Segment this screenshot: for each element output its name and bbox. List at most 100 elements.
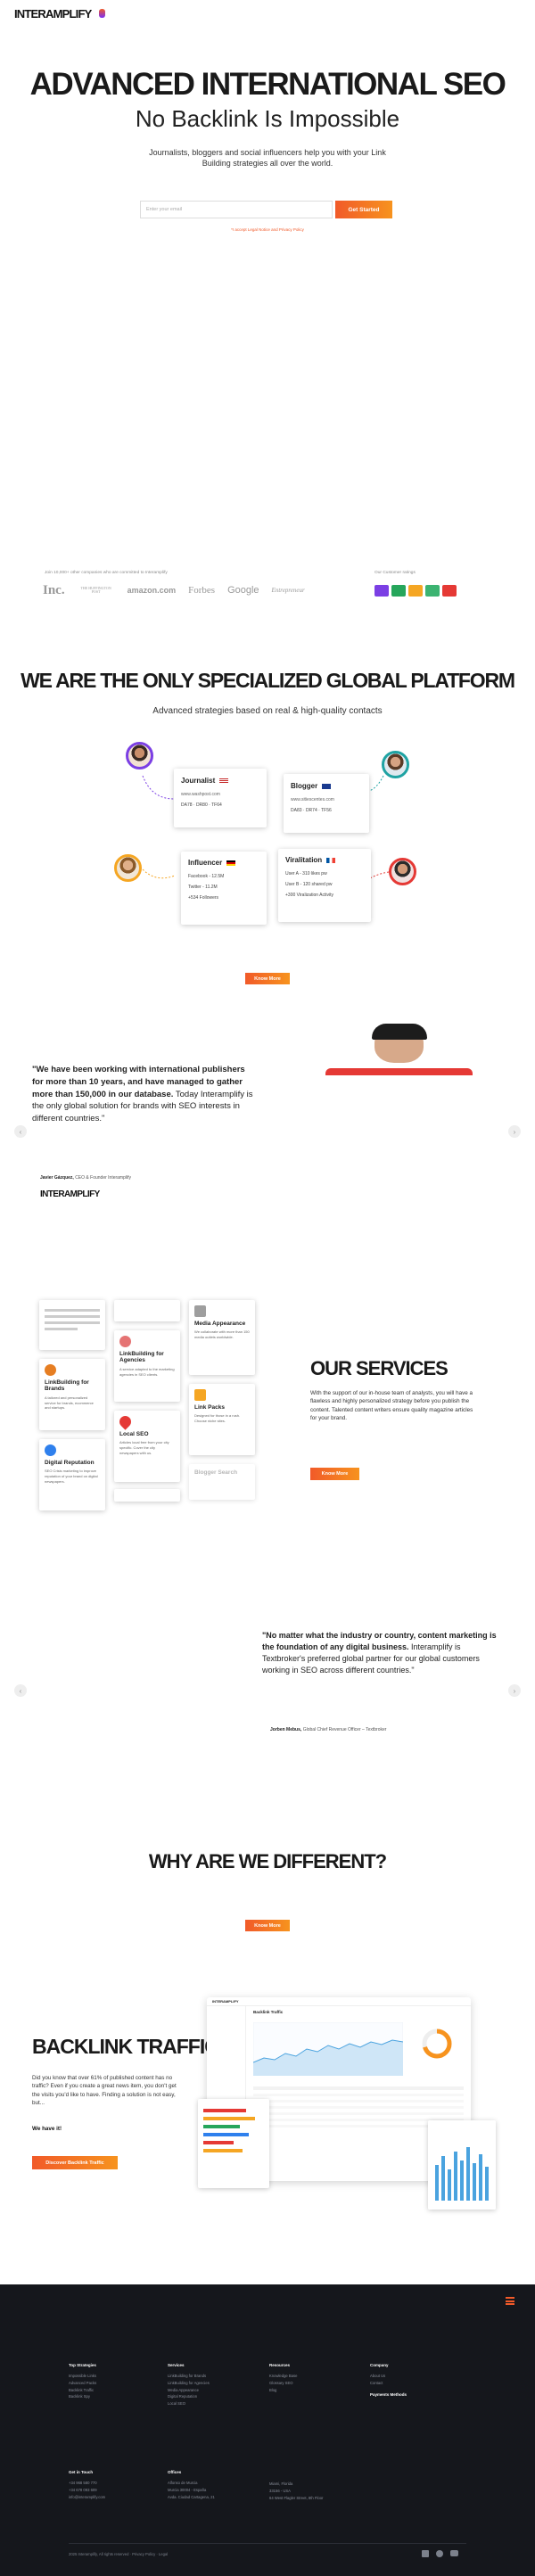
phone-link[interactable]: +34 968 580 770 <box>69 2480 105 2487</box>
footer-link[interactable]: Media Appearance <box>168 2387 210 2394</box>
footer-link[interactable]: Backlink Spy <box>69 2393 96 2400</box>
uk-flag-icon <box>322 783 332 789</box>
de-flag-icon <box>226 860 236 866</box>
carousel-prev-icon[interactable]: ‹ <box>14 1125 27 1138</box>
newspaper-icon <box>194 1305 206 1317</box>
footer-divider <box>69 2543 466 2544</box>
office-address: Murcia 30004 - España <box>168 2487 207 2492</box>
footer-link[interactable]: LinkBuilding for Agencies <box>168 2380 210 2387</box>
menu-icon[interactable] <box>506 2297 514 2305</box>
logo-accent-icon <box>99 9 105 18</box>
office-address: 33156 - USA <box>269 2488 291 2493</box>
testimonial-quote: "We have been working with international… <box>32 1064 255 1125</box>
service-card[interactable]: LinkBuilding for Brands A tailored and p… <box>39 1359 105 1430</box>
footer-link[interactable]: About Us <box>370 2373 407 2380</box>
service-name: Digital Reputation <box>45 1460 95 1466</box>
logo[interactable]: INTERAMPLIFY <box>14 7 92 21</box>
phone-link[interactable]: +34 678 093 609 <box>69 2487 105 2494</box>
service-card[interactable]: Link Packs Designed for those in a rush.… <box>189 1384 255 1455</box>
rating-badge-icon <box>374 585 389 597</box>
get-started-button[interactable]: Get Started <box>335 201 392 218</box>
footer-contact: Get in Touch +34 968 580 770 +34 678 093… <box>69 2470 105 2500</box>
testimonial-photo <box>325 1024 473 1075</box>
footer-link[interactable]: Digital Reputation <box>168 2393 210 2400</box>
service-card[interactable]: Blogger Search <box>189 1464 255 1500</box>
backlink-emphasis: We have it! <box>32 2126 62 2132</box>
dashboard-logo: INTERAMPLIFY <box>212 1999 239 2004</box>
email-placeholder: Enter your email <box>146 207 183 212</box>
service-card[interactable]: Local SEO Articles local free from your … <box>114 1411 180 1482</box>
footer: Top Strategies Impossible Links Advanced… <box>0 2284 535 2576</box>
carousel-prev-icon[interactable]: ‹ <box>14 1684 27 1697</box>
service-name: LinkBuilding for Brands <box>45 1379 89 1393</box>
different-know-more-button[interactable]: Know More <box>245 1920 290 1931</box>
brand-logo: Entrepreneur <box>271 587 305 594</box>
card-line: +534 Followers <box>188 895 219 901</box>
hero-email-field[interactable]: Enter your email <box>140 201 333 218</box>
footer-link[interactable]: Blog <box>269 2387 297 2394</box>
service-desc: A service adapted to the marketing agenc… <box>119 1366 175 1377</box>
footer-col-title: Services <box>168 2363 185 2367</box>
carousel-next-icon[interactable]: › <box>508 1684 521 1697</box>
service-card[interactable]: Digital Reputation SEO Crisis marketing … <box>39 1439 105 1510</box>
footer-link[interactable]: Knowledge Base <box>269 2373 297 2380</box>
service-card[interactable]: LinkBuilding for Agencies A service adap… <box>114 1330 180 1402</box>
site-header: INTERAMPLIFY <box>0 0 535 30</box>
service-card-placeholder <box>39 1300 105 1350</box>
discover-backlink-traffic-button[interactable]: Discover Backlink Traffic <box>32 2156 118 2169</box>
author-role: Global Chief Revenue Officer – Textbroke… <box>302 1727 387 1732</box>
footer-col-title: Company <box>370 2363 389 2367</box>
service-name: Link Packs <box>194 1404 225 1411</box>
platform-title: WE ARE THE ONLY SPECIALIZED GLOBAL PLATF… <box>21 669 515 692</box>
agency-icon <box>119 1336 131 1347</box>
service-name: Media Appearance <box>194 1321 246 1327</box>
service-desc: SEO Crisis marketing to improve reputati… <box>45 1469 98 1484</box>
carousel-next-icon[interactable]: › <box>508 1125 521 1138</box>
hero-subtitle: No Backlink Is Impossible <box>135 105 400 132</box>
service-desc: A tailored and personalized service for … <box>45 1395 94 1411</box>
ratings-badges <box>374 585 457 597</box>
footer-link[interactable]: Contact <box>370 2380 407 2387</box>
rating-badge-icon <box>425 585 440 597</box>
service-desc: Articles local free from your city speci… <box>119 1440 169 1455</box>
location-pin-icon <box>117 1413 134 1430</box>
email-link[interactable]: info@interamplify.com <box>69 2494 105 2501</box>
footer-link[interactable]: Advanced Packs <box>69 2380 96 2387</box>
card-title: Blogger <box>291 782 318 790</box>
rating-badge-icon <box>391 585 406 597</box>
office-address: Alfonso de Murcia <box>168 2481 198 2485</box>
card-title: Journalist <box>181 777 216 785</box>
footer-link[interactable]: Local SEO <box>168 2400 210 2407</box>
service-card-placeholder <box>114 1300 180 1321</box>
author-name: Jorben Mebus, <box>270 1727 302 1732</box>
youtube-icon[interactable] <box>450 2550 458 2556</box>
twitter-icon[interactable] <box>436 2550 443 2557</box>
office-address: 64 West Flagler Street, 8th Floor <box>269 2495 324 2500</box>
brand-logo: Inc. <box>43 582 65 597</box>
card-title: Influencer <box>188 859 223 867</box>
footer-link[interactable]: Impossible Links <box>69 2373 96 2380</box>
dashboard-line-chart <box>253 2022 403 2076</box>
service-name: Blogger Search <box>194 1469 238 1476</box>
brand-logo: Forbes <box>188 585 216 596</box>
facebook-icon[interactable] <box>422 2550 429 2557</box>
footer-col-resources: Resources Knowledge Base Glossary SEO Bl… <box>269 2363 297 2393</box>
footer-link[interactable]: LinkBuilding for Brands <box>168 2373 210 2380</box>
service-card[interactable]: Media Appearance We collaborate with mor… <box>189 1300 255 1375</box>
brand-logo: amazon.com <box>127 586 177 595</box>
service-name: Local SEO <box>119 1431 149 1437</box>
megaphone-icon <box>45 1364 56 1376</box>
services-know-more-button[interactable]: Know More <box>310 1468 359 1480</box>
footer-col-company: Company About Us Contact Payments Method… <box>370 2363 407 2402</box>
legal-checkbox-text[interactable]: *I accept Legal Notice and Privacy Polic… <box>0 227 535 232</box>
footer-col-strategies: Top Strategies Impossible Links Advanced… <box>69 2363 96 2400</box>
footer-offices-2: Miami, Florida 33156 - USA 64 West Flagl… <box>269 2481 323 2501</box>
card-line: www.washpost.com <box>181 792 220 797</box>
platform-know-more-button[interactable]: Know More <box>245 973 290 984</box>
services-title: OUR SERVICES <box>310 1357 449 1379</box>
dashboard-bar-chart <box>428 2120 496 2210</box>
footer-link[interactable]: Glossary SEO <box>269 2380 297 2387</box>
backlink-title: BACKLINK TRAFFIC <box>32 2035 219 2058</box>
author-name: Javier Gázquez, <box>40 1175 74 1181</box>
footer-link[interactable]: Backlink Traffic <box>69 2387 96 2394</box>
